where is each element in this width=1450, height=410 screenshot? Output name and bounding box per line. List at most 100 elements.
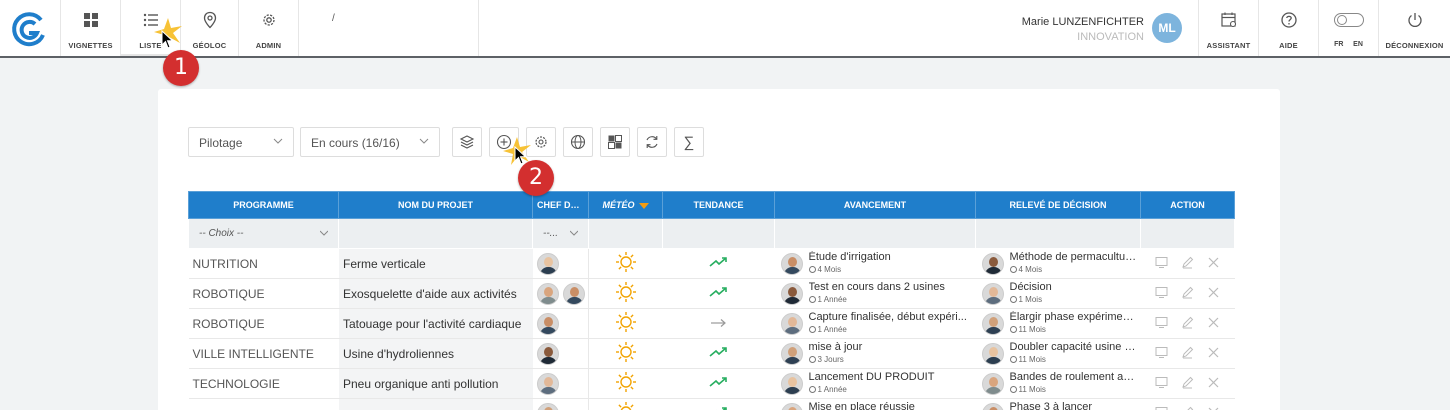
cell-decision[interactable]: Bandes de roulement ag... 11 Mois [975,368,1141,399]
lang-en-label[interactable]: EN [1353,41,1363,48]
avatar[interactable] [981,313,1004,335]
avatar[interactable] [536,312,559,335]
edit-icon[interactable] [1181,256,1194,269]
delete-icon[interactable] [1207,406,1220,410]
app-logo-icon[interactable] [8,8,50,50]
delete-icon[interactable] [1207,376,1220,389]
decision-time-value: 11 Mois [1018,385,1046,394]
table-row[interactable]: NUTRITION Ferme verticale Étude d'irrigati… [188,248,1235,279]
layers-button[interactable] [452,127,482,157]
edit-icon[interactable] [1181,376,1194,389]
user-name: Marie LUNZENFICHTER [1021,16,1144,28]
cell-decision[interactable]: Phase 3 à lancer [975,398,1141,410]
nav-geoloc-label: GÉOLOC [192,41,227,50]
filter-avancement [774,218,976,249]
delete-icon[interactable] [1207,286,1220,299]
monitor-icon[interactable] [1155,346,1168,359]
header-avancement[interactable]: AVANCEMENT [774,191,976,219]
cell-decision[interactable]: Décision 1 Mois [975,278,1141,309]
cell-avancement[interactable]: Capture finalisée, début expéri... 1 Anné… [774,308,976,339]
header-tendance[interactable]: TENDANCE [662,191,775,219]
trend-up-icon [708,347,727,357]
monitor-icon[interactable] [1155,256,1168,269]
avatar[interactable] [780,253,803,275]
cell-projet[interactable] [338,398,533,410]
avatar[interactable] [780,373,803,395]
monitor-icon[interactable] [1155,376,1168,389]
language-switch[interactable]: FR EN [1318,0,1378,56]
table-row[interactable]: ROBOTIQUE Exosquelette d'aide aux activit… [188,278,1235,309]
delete-icon[interactable] [1207,346,1220,359]
table-row[interactable]: VILLE INTELLIGENTE Usine d'hydroliennes mi… [188,338,1235,369]
globe-button[interactable] [563,127,593,157]
cell-decision[interactable]: Méthode de permacultur... 4 Mois [975,248,1141,279]
edit-icon[interactable] [1181,316,1194,329]
header-projet[interactable]: NOM DU PROJET [338,191,533,219]
cell-chef [532,248,589,279]
cell-avancement[interactable]: Mise en place réussie [774,398,976,410]
avatar[interactable] [981,283,1004,305]
view-select[interactable]: Pilotage [188,127,294,157]
user-avatar[interactable]: ML [1152,13,1182,43]
lang-fr-label[interactable]: FR [1334,41,1343,48]
cell-projet[interactable]: Exosquelette d'aide aux activités [338,278,533,309]
nav-deconnexion[interactable]: DÉCONNEXION [1378,0,1450,56]
avatar[interactable] [562,282,585,305]
decision-text: Décision [1009,281,1052,293]
header-chef[interactable]: CHEF DE ... [532,191,589,219]
trend-up-icon [708,287,727,297]
avatar[interactable] [536,342,559,365]
header-programme[interactable]: PROGRAMME [188,191,339,219]
header-meteo[interactable]: MÉTÉO [588,191,663,219]
table-row[interactable]: TECHNOLOGIE Pneu organique anti pollution… [188,368,1235,399]
header-decision[interactable]: RELEVÉ DE DÉCISION [975,191,1141,219]
edit-icon[interactable] [1181,406,1194,410]
sum-button[interactable]: ∑ [674,127,704,157]
table-row[interactable]: Mise en place réussie Phase 3 à lancer [188,398,1235,410]
avatar[interactable] [780,343,803,365]
cell-avancement[interactable]: mise à jour 3 Jours [774,338,976,369]
cell-decision[interactable]: Doubler capacité usine d... 11 Mois [975,338,1141,369]
decision-time: 11 Mois [1009,385,1046,394]
nav-assistant[interactable]: ASSISTANT [1198,0,1258,56]
delete-icon[interactable] [1207,256,1220,269]
cell-projet[interactable]: Tatouage pour l'activité cardiaque [338,308,533,339]
monitor-icon[interactable] [1155,406,1168,410]
avatar[interactable] [536,372,559,395]
avatar[interactable] [536,402,559,410]
avatar[interactable] [780,403,803,410]
edit-icon[interactable] [1181,346,1194,359]
monitor-icon[interactable] [1155,316,1168,329]
cell-avancement[interactable]: Lancement DU PRODUIT 1 Année [774,368,976,399]
cell-projet[interactable]: Pneu organique anti pollution [338,368,533,399]
cell-avancement[interactable]: Étude d'irrigation 4 Mois [774,248,976,279]
cell-avancement[interactable]: Test en cours dans 2 usines 1 Année [774,278,976,309]
refresh-button[interactable] [637,127,667,157]
cell-decision[interactable]: Élargir phase expériment... 11 Mois [975,308,1141,339]
header-meteo-label: MÉTÉO [602,200,635,210]
avatar[interactable] [536,252,559,275]
nav-empty-slot: / [298,0,478,56]
filter-chef[interactable]: --... [532,218,589,249]
language-toggle[interactable] [1333,13,1364,27]
avatar[interactable] [981,373,1004,395]
cell-projet[interactable]: Usine d'hydroliennes [338,338,533,369]
avatar[interactable] [780,283,803,305]
status-select[interactable]: En cours (16/16) [300,127,440,157]
avatar[interactable] [536,282,559,305]
grid-view-button[interactable] [600,127,630,157]
cell-projet[interactable]: Ferme verticale [338,248,533,279]
edit-icon[interactable] [1181,286,1194,299]
nav-vignettes[interactable]: VIGNETTES [60,0,120,56]
avatar[interactable] [981,253,1004,275]
avatar[interactable] [780,313,803,335]
nav-admin[interactable]: ADMIN [238,0,298,56]
avatar[interactable] [981,343,1004,365]
filter-programme[interactable]: -- Choix -- [188,218,339,249]
avatar[interactable] [981,403,1004,410]
monitor-icon[interactable] [1155,286,1168,299]
nav-geoloc[interactable]: GÉOLOC [180,0,238,56]
table-row[interactable]: ROBOTIQUE Tatouage pour l'activité cardia… [188,308,1235,339]
nav-aide[interactable]: AIDE [1258,0,1318,56]
delete-icon[interactable] [1207,316,1220,329]
